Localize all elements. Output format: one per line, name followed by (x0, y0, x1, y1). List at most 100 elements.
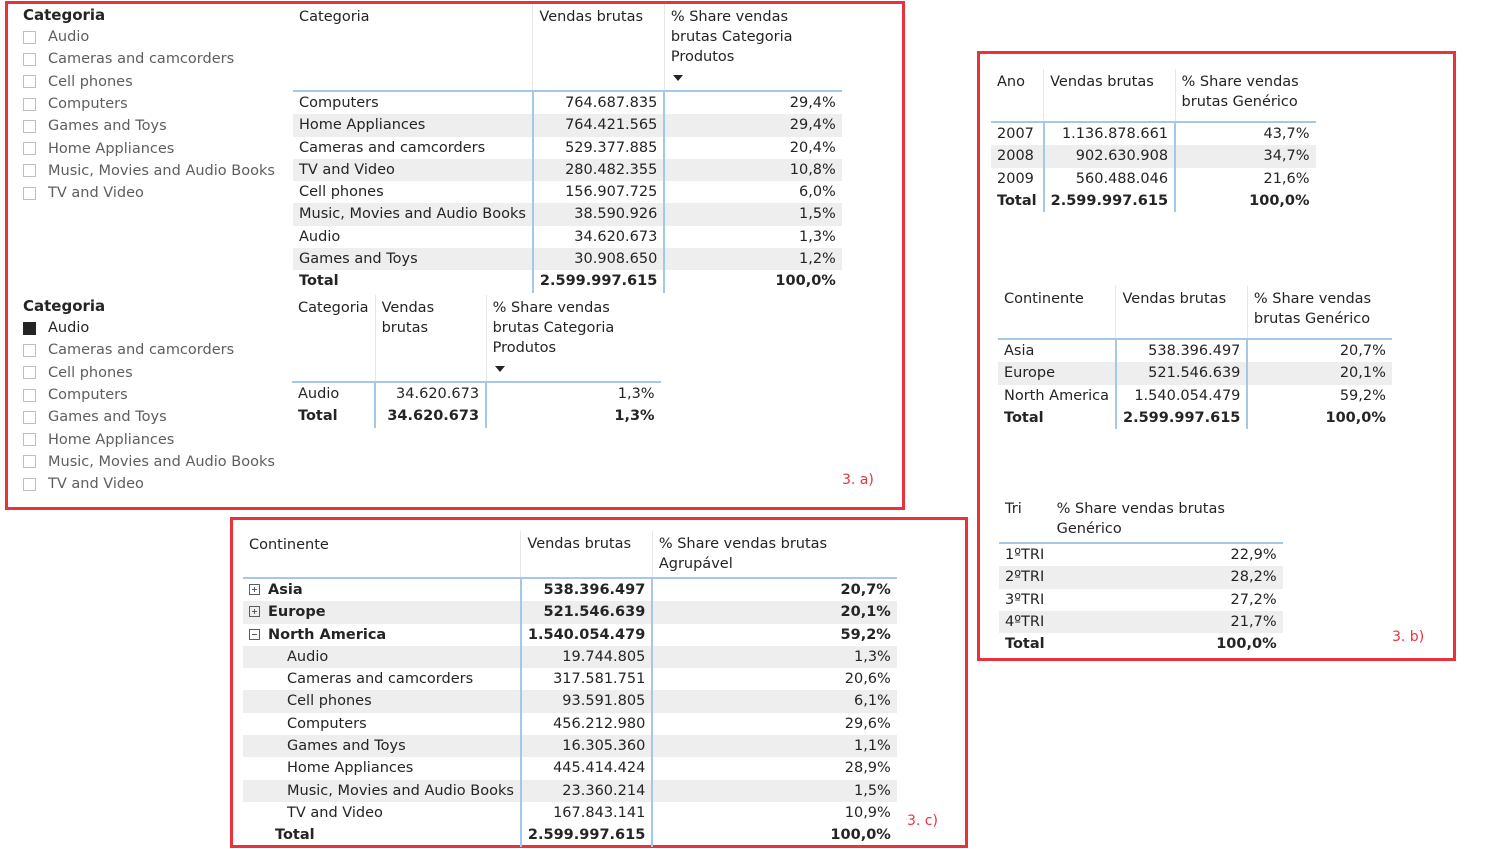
table-row[interactable]: 4ºTRI 21,7% (999, 610, 1283, 634)
column-header-vendas-brutas[interactable]: Vendas brutas (375, 295, 487, 382)
checkbox-checked[interactable] (23, 321, 36, 335)
total-row[interactable]: Total 2.599.997.615 100,0% (293, 270, 842, 293)
matrix-child-row[interactable]: TV and Video 167.843.141 10,9% (243, 801, 897, 825)
table-row[interactable]: Cell phones 156.907.725 6,0% (293, 181, 842, 204)
checkbox-unchecked[interactable] (23, 477, 36, 491)
checkbox-unchecked[interactable] (23, 366, 36, 380)
checkbox-unchecked[interactable] (23, 164, 36, 178)
column-header-continente[interactable]: Continente (243, 531, 522, 578)
checkbox-unchecked[interactable] (23, 119, 36, 133)
column-header-tri[interactable]: Tri (999, 496, 1051, 543)
table-row[interactable]: 1ºTRI 22,9% (999, 543, 1283, 566)
value-cell: 1,3% (798, 228, 836, 245)
column-header-share[interactable]: % Share vendas brutas Agrupável (652, 531, 897, 578)
total-row[interactable]: Total 2.599.997.615 100,0% (243, 824, 897, 847)
column-header-share[interactable]: % Share vendas brutas Categoria Produtos (486, 295, 661, 382)
slicer-item-tv-and-video[interactable]: TV and Video (23, 473, 283, 495)
slicer-item-label: Home Appliances (48, 431, 175, 448)
table-row[interactable]: Audio 34.620.673 1,3% (293, 225, 842, 249)
slicer-item-music-movies-and-audio-books[interactable]: Music, Movies and Audio Books (23, 451, 283, 473)
checkbox-unchecked[interactable] (23, 388, 36, 402)
slicer-item-cell-phones[interactable]: Cell phones (23, 362, 283, 384)
collapse-minus-icon[interactable] (249, 628, 260, 640)
checkbox-unchecked[interactable] (23, 410, 36, 424)
table-row[interactable]: Asia 538.396.497 20,7% (998, 339, 1392, 363)
slicer-item-cell-phones[interactable]: Cell phones (23, 71, 283, 93)
checkbox-unchecked[interactable] (23, 75, 36, 89)
slicer-item-computers[interactable]: Computers (23, 93, 283, 115)
checkbox-unchecked[interactable] (23, 97, 36, 111)
checkbox-unchecked[interactable] (23, 186, 36, 200)
column-header-vendas-brutas[interactable]: Vendas brutas (1043, 69, 1176, 122)
column-header-share[interactable]: % Share vendas brutas Genérico (1175, 69, 1316, 122)
checkbox-unchecked[interactable] (23, 30, 36, 44)
table-row[interactable]: Games and Toys 30.908.650 1,2% (293, 248, 842, 271)
total-row[interactable]: Total 34.620.673 1,3% (292, 405, 661, 428)
column-header-categoria[interactable]: Categoria (292, 295, 376, 382)
expand-plus-icon[interactable] (249, 606, 260, 618)
table-row[interactable]: 2008 902.630.908 34,7% (991, 145, 1316, 168)
table-row[interactable]: 2009 560.488.046 21,6% (991, 167, 1316, 190)
slicer-item-label: Cell phones (48, 364, 133, 381)
slicer-item-cameras-and-camcorders[interactable]: Cameras and camcorders (23, 339, 283, 361)
column-header-vendas-brutas[interactable]: Vendas brutas (1115, 286, 1248, 339)
table-row[interactable]: Audio 34.620.673 1,3% (292, 382, 661, 406)
slicer-item-games-and-toys[interactable]: Games and Toys (23, 406, 283, 428)
column-header-vendas-brutas[interactable]: Vendas brutas (520, 531, 653, 578)
matrix-child-row[interactable]: Computers 456.212.980 29,6% (243, 712, 897, 736)
total-row[interactable]: Total 100,0% (999, 633, 1283, 655)
slicer-item-cameras-and-camcorders[interactable]: Cameras and camcorders (23, 48, 283, 70)
checkbox-unchecked[interactable] (23, 433, 36, 447)
table-row[interactable]: 2007 1.136.878.661 43,7% (991, 122, 1316, 146)
table-row[interactable]: Home Appliances 764.421.565 29,4% (293, 114, 842, 137)
checkbox-unchecked[interactable] (23, 343, 36, 357)
value-cell: 456.212.980 (520, 712, 654, 736)
slicer-title: Categoria (23, 297, 106, 315)
expand-plus-icon[interactable] (249, 584, 260, 595)
table-row[interactable]: 3ºTRI 27,2% (999, 589, 1283, 611)
value-cell: 23.360.214 (520, 779, 654, 802)
table-row[interactable]: Europe 521.546.639 20,1% (998, 362, 1392, 385)
matrix-child-row[interactable]: Games and Toys 16.305.360 1,1% (243, 735, 897, 758)
table-row[interactable]: TV and Video 280.482.355 10,8% (293, 158, 842, 182)
checkbox-unchecked[interactable] (23, 52, 36, 66)
slicer-item-music-movies-and-audio-books[interactable]: Music, Movies and Audio Books (23, 160, 283, 182)
table-row[interactable]: Music, Movies and Audio Books 38.590.926 1… (293, 203, 842, 226)
slicer-item-games-and-toys[interactable]: Games and Toys (23, 115, 283, 137)
matrix-group-row[interactable]: Europe 521.546.639 20,1% (243, 601, 897, 624)
table-row[interactable]: 2ºTRI 28,2% (999, 566, 1283, 589)
matrix-child-row[interactable]: Music, Movies and Audio Books 23.360.214 1… (243, 779, 897, 802)
column-header-categoria[interactable]: Categoria (293, 4, 534, 91)
checkbox-unchecked[interactable] (23, 142, 36, 156)
table-row[interactable]: Computers 764.687.835 29,4% (293, 91, 842, 115)
matrix-child-row[interactable]: Audio 19.744.805 1,3% (243, 645, 897, 669)
slicer-item-label: Audio (48, 29, 90, 46)
total-row[interactable]: Total 2.599.997.615 100,0% (991, 189, 1316, 213)
slicer-item-home-appliances[interactable]: Home Appliances (23, 428, 283, 450)
column-header-vendas-brutas[interactable]: Vendas brutas (532, 4, 665, 91)
slicer-item-audio[interactable]: Audio (23, 26, 283, 48)
slicer-item-computers[interactable]: Computers (23, 384, 283, 406)
checkbox-unchecked[interactable] (23, 455, 36, 469)
slicer-item-label: Games and Toys (48, 409, 167, 426)
value-cell: 167.843.141 (520, 801, 654, 825)
matrix-child-row[interactable]: Home Appliances 445.414.424 28,9% (243, 757, 897, 780)
row-label-cell: Total (998, 406, 1117, 430)
total-row[interactable]: Total 2.599.997.615 100,0% (998, 406, 1392, 430)
matrix-child-row[interactable]: Cameras and camcorders 317.581.751 20,6% (243, 668, 897, 691)
slicer-item-audio[interactable]: Audio (23, 317, 283, 339)
column-header-share[interactable]: % Share vendas brutas Categoria Produtos (664, 4, 842, 91)
table-row[interactable]: North America 1.540.054.479 59,2% (998, 384, 1392, 407)
sort-descending-icon[interactable] (672, 75, 683, 81)
slicer-item-home-appliances[interactable]: Home Appliances (23, 137, 283, 159)
sort-descending-icon[interactable] (494, 366, 505, 372)
column-header-ano[interactable]: Ano (991, 69, 1045, 122)
matrix-group-row[interactable]: North America 1.540.054.479 59,2% (243, 623, 897, 646)
column-header-share[interactable]: % Share vendas brutas Genérico (1247, 286, 1392, 339)
table-row[interactable]: Cameras and camcorders 529.377.885 20,4% (293, 136, 842, 159)
matrix-group-row[interactable]: Asia 538.396.497 20,7% (243, 578, 897, 602)
column-header-continente[interactable]: Continente (998, 286, 1117, 339)
column-header-share[interactable]: % Share vendas brutas Genérico (1051, 496, 1283, 543)
slicer-item-tv-and-video[interactable]: TV and Video (23, 182, 283, 204)
matrix-child-row[interactable]: Cell phones 93.591.805 6,1% (243, 690, 897, 713)
